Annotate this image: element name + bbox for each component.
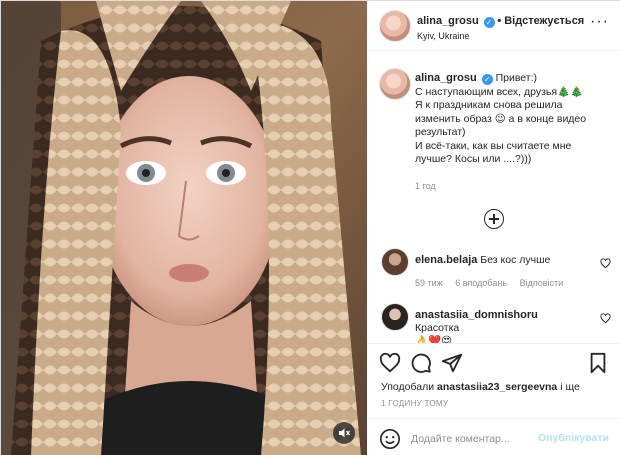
comments-area[interactable]: alina_grosu ✓ Привет:) С наступающим все… xyxy=(367,52,620,343)
comment-item: anastasiia_domnishoru Красотка 👌❤️😍 xyxy=(381,303,611,343)
commenter-avatar[interactable] xyxy=(381,248,409,276)
post-side-panel: alina_grosu ✓ • Відстежується Kyiv, Ukra… xyxy=(367,1,620,455)
video-frame xyxy=(1,1,367,455)
speaker-muted-icon xyxy=(339,428,351,438)
load-more-comments-icon[interactable] xyxy=(484,209,504,229)
comment-meta: 59 тиж 6 вподобань Відповісти xyxy=(415,278,573,288)
comment-text: Красотка xyxy=(415,322,460,334)
publish-button[interactable]: Опублікувати xyxy=(538,432,609,444)
post-video[interactable] xyxy=(1,1,367,455)
bookmark-icon[interactable] xyxy=(587,352,609,374)
commenter-avatar[interactable] xyxy=(381,303,409,331)
likes-summary: Уподобали anastasiia23_sergeevna і ще xyxy=(381,381,580,393)
comment-bubble-icon[interactable] xyxy=(410,352,432,374)
heart-outline-icon[interactable] xyxy=(600,313,611,324)
post-actions: Уподобали anastasiia23_sergeevna і ще 1 … xyxy=(367,343,620,455)
follow-status-button[interactable]: Відстежується xyxy=(504,15,584,27)
likes-prefix: Уподобали xyxy=(381,381,435,393)
comment-item: elena.belaja Без кос лучше 59 тиж 6 впод… xyxy=(381,248,611,288)
likes-more[interactable]: і ще xyxy=(560,381,580,393)
post-header: alina_grosu ✓ • Відстежується Kyiv, Ukra… xyxy=(367,1,620,51)
caption-line: И всё-таки, как вы считаете мне лучше? К… xyxy=(415,139,572,166)
caption-line: С наступающим всех, друзья🎄🎄 xyxy=(415,85,584,98)
location-link[interactable]: Kyiv, Ukraine xyxy=(417,31,469,41)
more-options-icon[interactable]: ··· xyxy=(590,13,609,31)
post-time[interactable]: 1 ГОДИНУ ТОМУ xyxy=(381,399,448,408)
instagram-post-modal: alina_grosu ✓ • Відстежується Kyiv, Ukra… xyxy=(0,0,620,455)
like-heart-icon[interactable] xyxy=(379,352,401,374)
post-caption: alina_grosu ✓ Привет:) С наступающим все… xyxy=(415,72,611,167)
heart-outline-icon[interactable] xyxy=(600,258,611,269)
reply-button[interactable]: Відповісти xyxy=(520,278,564,288)
verified-badge-icon: ✓ xyxy=(481,74,493,85)
caption-author-username[interactable]: alina_grosu xyxy=(415,72,477,84)
liker-username[interactable]: anastasiia23_sergeevna xyxy=(437,381,557,393)
caption-age[interactable]: 1 год xyxy=(415,181,436,191)
verified-badge-icon: ✓ xyxy=(483,17,495,28)
emoji-smiley-icon[interactable] xyxy=(379,428,401,450)
comment-emoji: 👌❤️😍 xyxy=(415,335,453,343)
comment-age[interactable]: 59 тиж xyxy=(415,278,443,288)
commenter-username[interactable]: elena.belaja xyxy=(415,254,477,266)
commenter-username[interactable]: anastasiia_domnishoru xyxy=(415,309,538,321)
author-avatar[interactable] xyxy=(379,10,411,42)
mute-button[interactable] xyxy=(333,422,355,444)
author-username[interactable]: alina_grosu xyxy=(417,15,479,27)
caption-line: Привет:) xyxy=(495,72,538,84)
comment-text: Без кос лучше xyxy=(480,254,551,266)
comment-likes[interactable]: 6 вподобань xyxy=(455,278,507,288)
add-comment-bar: Опублікувати xyxy=(367,418,620,455)
comment-input[interactable] xyxy=(411,429,541,449)
share-send-icon[interactable] xyxy=(441,352,463,374)
caption-author-avatar[interactable] xyxy=(379,68,411,100)
caption-line: Я к праздникам снова решила изменить обр… xyxy=(415,99,587,138)
